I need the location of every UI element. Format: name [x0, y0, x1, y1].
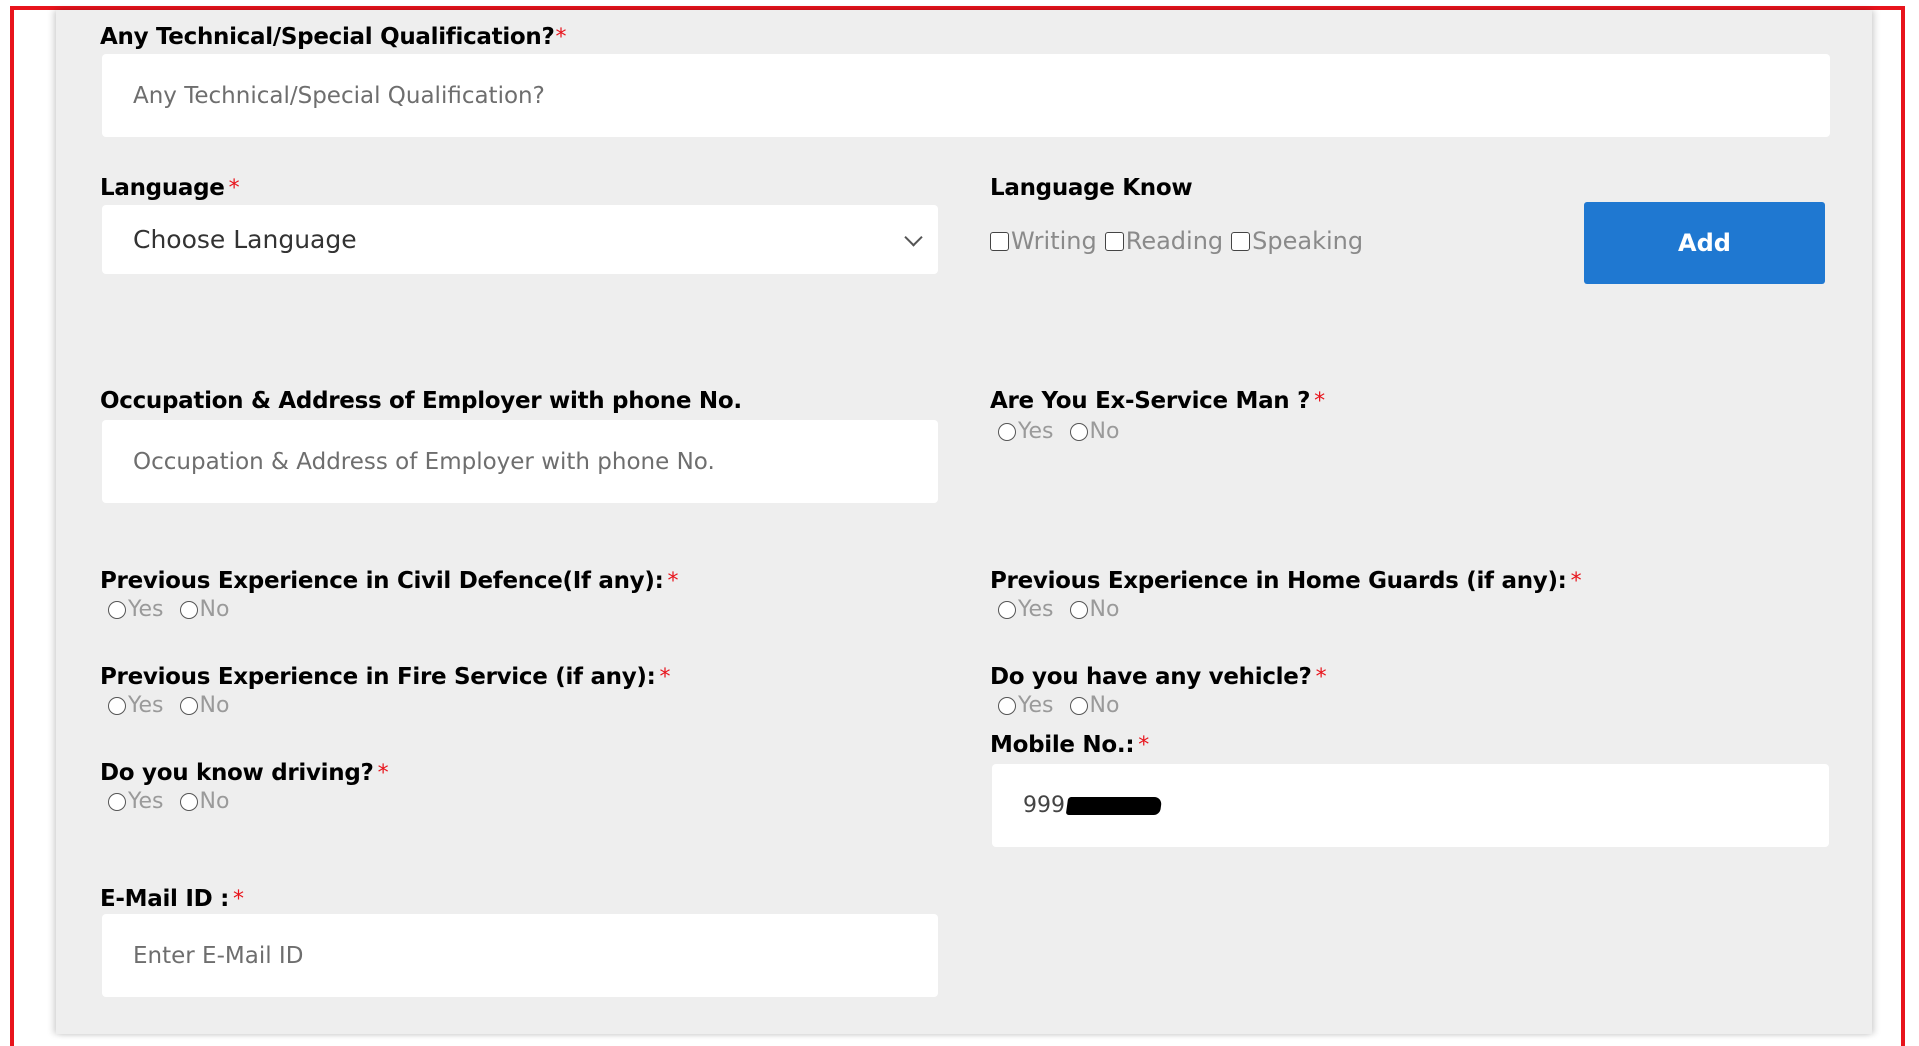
language-select-value: Choose Language [133, 225, 357, 254]
home-guards-yes[interactable]: Yes [998, 597, 1054, 622]
radio-button[interactable] [1069, 696, 1088, 715]
vehicle-radios: Yes No [998, 693, 1135, 718]
language-know-label: Language Know [990, 175, 1193, 201]
mobile-label-text: Mobile No.: [990, 732, 1135, 758]
driving-radios: Yes No [108, 789, 245, 814]
redaction-mark [1065, 796, 1163, 815]
civil-defence-label: Previous Experience in Civil Defence(If … [100, 568, 678, 594]
checkbox[interactable] [990, 231, 1009, 251]
option-label: Writing [1011, 227, 1097, 255]
required-marker: * [1138, 733, 1149, 758]
checkbox[interactable] [1104, 231, 1124, 251]
fire-service-yes[interactable]: Yes [108, 693, 164, 718]
home-guards-label-text: Previous Experience in Home Guards (if a… [990, 568, 1567, 594]
fire-service-label: Previous Experience in Fire Service (if … [100, 664, 671, 690]
option-label: Yes [128, 789, 164, 814]
ex-service-man-radios: Yes No [998, 419, 1135, 444]
required-marker: * [233, 887, 244, 912]
language-know-reading[interactable]: Reading [1104, 227, 1224, 255]
mobile-input[interactable]: 999 [992, 764, 1829, 847]
radio-button[interactable] [108, 792, 126, 811]
radio-button[interactable] [179, 792, 198, 811]
option-label: No [1089, 693, 1120, 718]
mobile-value: 999 [1023, 793, 1065, 818]
radio-button[interactable] [108, 600, 126, 619]
radio-button[interactable] [998, 422, 1016, 441]
ex-service-man-label: Are You Ex-Service Man ? * [990, 388, 1325, 414]
option-label: Yes [128, 597, 164, 622]
fire-service-label-text: Previous Experience in Fire Service (if … [100, 664, 656, 690]
form-panel: Any Technical/Special Qualification?* An… [56, 10, 1872, 1034]
add-language-button[interactable]: Add [1584, 202, 1825, 284]
home-guards-radios: Yes No [998, 597, 1135, 622]
civil-defence-yes[interactable]: Yes [108, 597, 164, 622]
vehicle-no[interactable]: No [1069, 693, 1120, 718]
option-label: No [199, 789, 230, 814]
option-label: Yes [1018, 597, 1054, 622]
required-marker: * [228, 176, 240, 201]
occupation-placeholder: Occupation & Address of Employer with ph… [133, 448, 715, 475]
language-label: Language * [100, 175, 240, 201]
option-label: Speaking [1252, 227, 1364, 255]
required-marker: * [1314, 389, 1325, 414]
language-label-text: Language [100, 175, 225, 201]
technical-qualification-label-text: Any Technical/Special Qualification? [100, 24, 555, 50]
driving-no[interactable]: No [179, 789, 230, 814]
driving-label-text: Do you know driving? [100, 760, 374, 786]
vehicle-label-text: Do you have any vehicle? [990, 664, 1312, 690]
option-label: Yes [1018, 419, 1054, 444]
email-placeholder: Enter E-Mail ID [133, 942, 304, 969]
ex-service-man-no[interactable]: No [1069, 419, 1120, 444]
required-marker: * [659, 665, 671, 690]
fire-service-no[interactable]: No [179, 693, 230, 718]
mobile-label: Mobile No.: * [990, 732, 1149, 758]
option-label: Yes [128, 693, 164, 718]
required-marker: * [1570, 569, 1582, 594]
language-select[interactable]: Choose Language [102, 205, 938, 274]
driving-yes[interactable]: Yes [108, 789, 164, 814]
option-label: Yes [1018, 693, 1054, 718]
option-label: No [1089, 419, 1120, 444]
vehicle-label: Do you have any vehicle? * [990, 664, 1327, 690]
radio-button[interactable] [179, 696, 198, 715]
language-know-speaking[interactable]: Speaking [1231, 227, 1363, 255]
radio-button[interactable] [998, 696, 1016, 715]
technical-qualification-label: Any Technical/Special Qualification?* [100, 24, 567, 50]
required-marker: * [667, 569, 679, 594]
radio-button[interactable] [108, 696, 126, 715]
driving-label: Do you know driving? * [100, 760, 389, 786]
vehicle-yes[interactable]: Yes [998, 693, 1054, 718]
required-marker: * [555, 25, 567, 50]
radio-button[interactable] [1069, 422, 1088, 441]
radio-button[interactable] [179, 600, 198, 619]
home-guards-label: Previous Experience in Home Guards (if a… [990, 568, 1582, 594]
checkbox[interactable] [1231, 231, 1251, 251]
option-label: No [199, 693, 230, 718]
option-label: No [199, 597, 230, 622]
technical-qualification-placeholder: Any Technical/Special Qualification? [133, 82, 545, 109]
email-label: E-Mail ID : * [100, 886, 244, 912]
language-know-writing[interactable]: Writing [990, 227, 1097, 255]
civil-defence-no[interactable]: No [179, 597, 230, 622]
civil-defence-label-text: Previous Experience in Civil Defence(If … [100, 568, 664, 594]
fire-service-radios: Yes No [108, 693, 245, 718]
technical-qualification-input[interactable]: Any Technical/Special Qualification? [102, 54, 1830, 137]
required-marker: * [1315, 665, 1327, 690]
email-input[interactable]: Enter E-Mail ID [102, 914, 938, 997]
home-guards-no[interactable]: No [1069, 597, 1120, 622]
chevron-down-icon [904, 227, 923, 247]
civil-defence-radios: Yes No [108, 597, 245, 622]
radio-button[interactable] [998, 600, 1016, 619]
occupation-input[interactable]: Occupation & Address of Employer with ph… [102, 420, 938, 503]
radio-button[interactable] [1069, 600, 1088, 619]
option-label: Reading [1125, 227, 1224, 255]
required-marker: * [377, 761, 389, 786]
ex-service-man-label-text: Are You Ex-Service Man ? [990, 388, 1311, 414]
option-label: No [1089, 597, 1120, 622]
email-label-text: E-Mail ID : [100, 886, 229, 912]
ex-service-man-yes[interactable]: Yes [998, 419, 1054, 444]
language-know-options: Writing Reading Speaking [990, 227, 1371, 255]
occupation-label: Occupation & Address of Employer with ph… [100, 388, 742, 414]
